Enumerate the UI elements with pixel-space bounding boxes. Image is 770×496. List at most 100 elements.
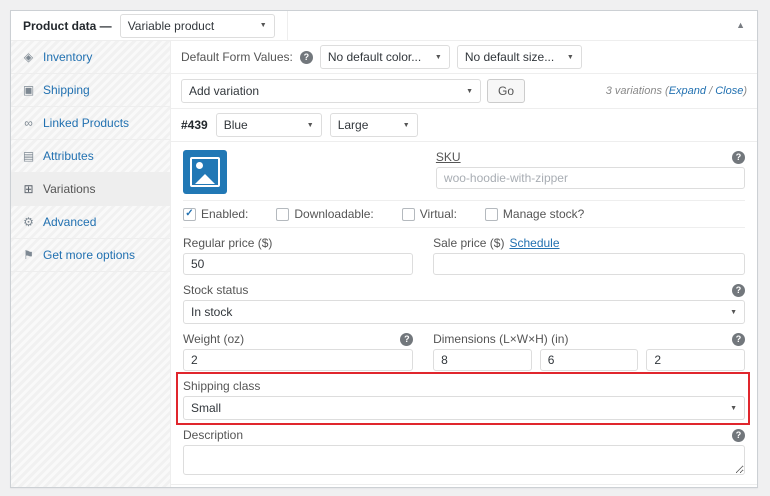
chevron-down-icon: ▼ <box>730 309 737 316</box>
panel-body: ◈ Inventory ▣ Shipping ∞ Linked Products… <box>11 41 757 487</box>
variation-row-439: #439 Blue ▼ Large ▼ <box>171 109 757 142</box>
chevron-down-icon: ▼ <box>730 405 737 412</box>
variations-summary: 3 variations (Expand / Close) <box>606 85 747 97</box>
panel-title: Product data — <box>23 19 112 33</box>
close-link[interactable]: Close <box>715 85 743 97</box>
shipping-dimensions-row: Weight (oz) ? Dimensions (L×W×H) (in) ? <box>183 332 745 371</box>
image-sku-row: SKU ? <box>183 150 745 194</box>
sku-label: SKU <box>436 150 461 164</box>
stock-status-field: Stock status ? In stock ▼ <box>183 283 745 324</box>
sidebar-item-attributes[interactable]: ▤ Attributes <box>11 140 170 173</box>
product-data-sidebar: ◈ Inventory ▣ Shipping ∞ Linked Products… <box>11 41 171 487</box>
chevron-down-icon: ▼ <box>435 54 442 61</box>
add-variation-select[interactable]: Add variation ▼ <box>181 79 481 103</box>
shipping-icon: ▣ <box>21 83 36 97</box>
help-icon[interactable]: ? <box>732 151 745 164</box>
weight-input[interactable] <box>183 349 413 371</box>
checkbox-unchecked-icon <box>485 208 498 221</box>
sale-price-field: Sale price ($) Schedule <box>433 236 745 275</box>
variation-color-select[interactable]: Blue ▼ <box>216 113 322 137</box>
help-icon[interactable]: ? <box>400 333 413 346</box>
dimensions-label: Dimensions (L×W×H) (in) <box>433 332 568 346</box>
panel-header: Product data — Variable product ▼ ▲ <box>11 11 757 41</box>
regular-price-field: Regular price ($) <box>183 236 413 275</box>
variation-options-row: ✓ Enabled: Downloadable: Virtual: <box>183 200 745 228</box>
dimensions-field: Dimensions (L×W×H) (in) ? <box>433 332 745 371</box>
help-icon[interactable]: ? <box>732 284 745 297</box>
header-divider <box>287 11 288 40</box>
sidebar-item-label: Inventory <box>43 50 92 64</box>
variation-id: #439 <box>181 118 208 132</box>
help-icon[interactable]: ? <box>732 429 745 442</box>
product-type-select[interactable]: Variable product ▼ <box>120 14 275 38</box>
default-size-value: No default size... <box>465 50 554 64</box>
variation-detail: SKU ? ✓ Enabled: Downl <box>171 142 757 485</box>
variation-size-select[interactable]: Large ▼ <box>330 113 418 137</box>
shipping-class-select[interactable]: Small ▼ <box>183 396 745 420</box>
sidebar-item-shipping[interactable]: ▣ Shipping <box>11 74 170 107</box>
sale-price-input[interactable] <box>433 253 745 275</box>
get-more-options-icon: ⚑ <box>21 248 36 262</box>
sidebar-item-get-more-options[interactable]: ⚑ Get more options <box>11 239 170 272</box>
product-data-panel: Product data — Variable product ▼ ▲ ◈ In… <box>10 10 758 488</box>
sidebar-item-variations[interactable]: ⊞ Variations <box>11 173 170 206</box>
expand-link[interactable]: Expand <box>669 85 706 97</box>
schedule-link[interactable]: Schedule <box>509 236 559 250</box>
enabled-checkbox[interactable]: ✓ Enabled: <box>183 207 248 221</box>
checkbox-unchecked-icon <box>276 208 289 221</box>
product-type-value: Variable product <box>128 19 215 33</box>
default-form-values-label: Default Form Values: <box>181 50 293 64</box>
variations-icon: ⊞ <box>21 182 36 196</box>
chevron-down-icon: ▼ <box>260 22 267 29</box>
stock-status-select[interactable]: In stock ▼ <box>183 300 745 324</box>
default-color-value: No default color... <box>328 50 421 64</box>
chevron-down-icon: ▼ <box>307 122 314 129</box>
dimension-length-input[interactable] <box>433 349 532 371</box>
sidebar-item-linked-products[interactable]: ∞ Linked Products <box>11 107 170 140</box>
go-button[interactable]: Go <box>487 79 525 103</box>
variations-panel: Default Form Values: ? No default color.… <box>171 41 757 487</box>
chevron-down-icon: ▼ <box>567 54 574 61</box>
stock-status-label: Stock status <box>183 283 248 297</box>
variation-image-button[interactable] <box>183 150 227 194</box>
add-variation-value: Add variation <box>189 84 259 98</box>
default-form-values-row: Default Form Values: ? No default color.… <box>171 41 757 74</box>
checkbox-unchecked-icon <box>402 208 415 221</box>
shipping-class-field: Shipping class Small ▼ <box>183 379 745 420</box>
weight-field: Weight (oz) ? <box>183 332 413 371</box>
advanced-icon: ⚙ <box>21 215 36 229</box>
chevron-down-icon: ▼ <box>466 88 473 95</box>
description-field: Description ? <box>183 428 745 478</box>
shipping-class-label: Shipping class <box>183 379 260 393</box>
sku-field: SKU ? <box>436 150 745 189</box>
dimension-width-input[interactable] <box>540 349 639 371</box>
variation-row-440: #440 Blue ▼ Medium ▼ <box>171 485 757 488</box>
description-textarea[interactable] <box>183 445 745 475</box>
attributes-icon: ▤ <box>21 149 36 163</box>
dimension-height-input[interactable] <box>646 349 745 371</box>
page-background: Product data — Variable product ▼ ▲ ◈ In… <box>0 0 770 496</box>
manage-stock-checkbox[interactable]: Manage stock? <box>485 207 584 221</box>
collapse-panel-icon[interactable]: ▲ <box>736 21 745 30</box>
sidebar-item-label: Linked Products <box>43 116 129 130</box>
sidebar-item-label: Attributes <box>43 149 94 163</box>
price-row: Regular price ($) Sale price ($) Schedul… <box>183 236 745 275</box>
sidebar-item-advanced[interactable]: ⚙ Advanced <box>11 206 170 239</box>
chevron-down-icon: ▼ <box>403 122 410 129</box>
sidebar-item-label: Variations <box>43 182 95 196</box>
help-icon[interactable]: ? <box>732 333 745 346</box>
help-icon[interactable]: ? <box>300 51 313 64</box>
linked-products-icon: ∞ <box>21 116 36 130</box>
checkbox-checked-icon: ✓ <box>183 208 196 221</box>
downloadable-checkbox[interactable]: Downloadable: <box>276 207 373 221</box>
regular-price-label: Regular price ($) <box>183 236 272 250</box>
virtual-checkbox[interactable]: Virtual: <box>402 207 457 221</box>
weight-label: Weight (oz) <box>183 332 244 346</box>
default-size-select[interactable]: No default size... ▼ <box>457 45 582 69</box>
regular-price-input[interactable] <box>183 253 413 275</box>
sidebar-item-inventory[interactable]: ◈ Inventory <box>11 41 170 74</box>
sku-input[interactable] <box>436 167 745 189</box>
inventory-icon: ◈ <box>21 50 36 64</box>
default-color-select[interactable]: No default color... ▼ <box>320 45 450 69</box>
sale-price-label: Sale price ($) <box>433 236 504 250</box>
